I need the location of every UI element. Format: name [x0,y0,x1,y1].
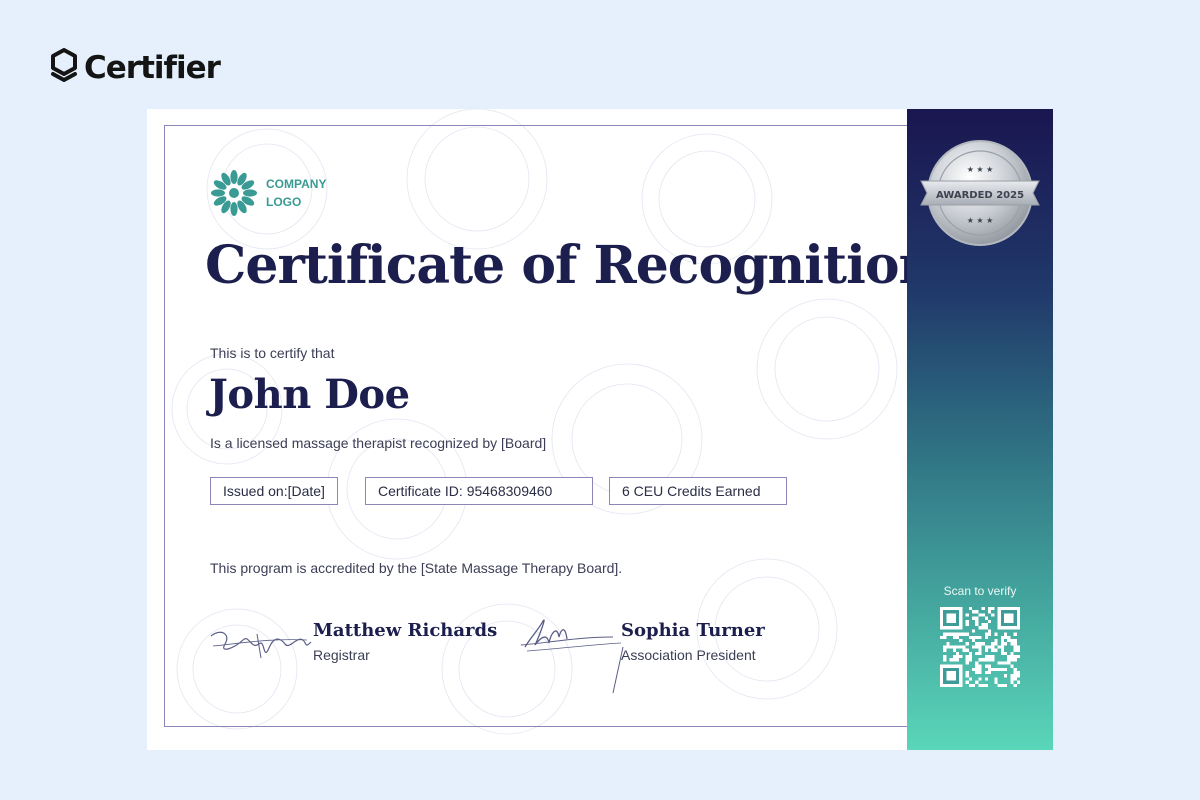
company-logo: COMPANY LOGO [210,169,326,217]
certificate-title: Certificate of Recognition [205,235,936,296]
certifier-brand: Certifier [50,48,221,88]
brand-name: Certifier [84,50,221,86]
signature-drawing [210,631,312,659]
signer-role: Association President [621,647,756,663]
company-logo-line1: COMPANY [266,177,327,191]
certify-intro: This is to certify that [210,345,335,361]
recipient-name: John Doe [209,371,410,418]
signer-name: Sophia Turner [621,620,765,641]
accreditation-statement: This program is accredited by the [State… [210,560,623,576]
certificate: COMPANY LOGO Certificate of Recognition … [147,109,1053,750]
signature-drawing [520,619,624,694]
certifier-logo-icon [51,48,77,82]
credits-chip: 6 CEU Credits Earned [609,477,787,505]
scan-to-verify-label: Scan to verify [943,584,1017,598]
svg-text:★ ★ ★: ★ ★ ★ [967,216,994,225]
badge-text: AWARDED 2025 [936,190,1024,201]
issued-date-chip: Issued on:[Date] [210,477,338,505]
certificate-id-chip: Certificate ID: 95468309460 [365,477,593,505]
company-logo-flower-icon [211,170,257,216]
svg-text:★ ★ ★: ★ ★ ★ [967,165,994,174]
company-logo-line2: LOGO [266,195,302,209]
signer-name: Matthew Richards [313,620,498,641]
award-badge-icon: AWARDED 2025 ★ ★ ★ ★ ★ ★ [920,140,1040,246]
recognition-description: Is a licensed massage therapist recogniz… [210,435,547,451]
verification-sidebar: AWARDED 2025 ★ ★ ★ ★ ★ ★ Scan to verify [907,109,1053,750]
company-logo-text: COMPANY LOGO [266,175,326,211]
signer-role: Registrar [313,647,370,663]
qr-code-icon[interactable] [940,607,1020,687]
